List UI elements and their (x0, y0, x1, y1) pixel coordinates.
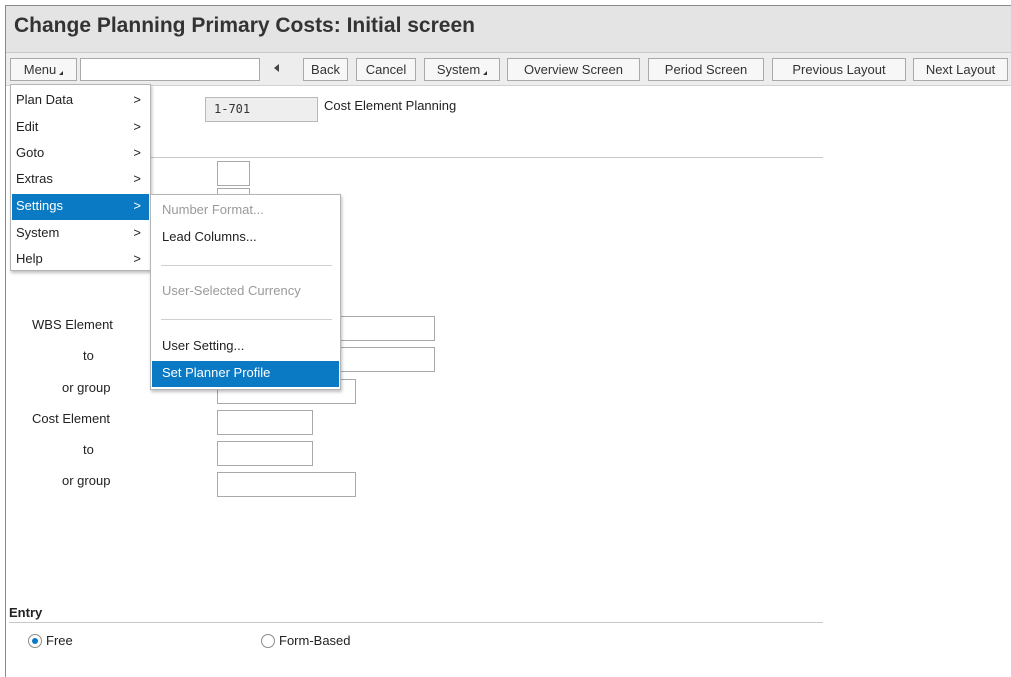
wbs-group-label: or group (62, 380, 111, 395)
form-based-radio[interactable] (261, 634, 275, 648)
menu-item-edit[interactable]: Edit > (12, 115, 149, 141)
menu-item-extras[interactable]: Extras > (12, 167, 149, 193)
system-button[interactable]: System (424, 58, 500, 81)
chevron-right-icon: > (133, 119, 141, 134)
section-divider (146, 157, 823, 158)
system-button-label: System (436, 62, 481, 77)
chevron-right-icon: > (133, 225, 141, 240)
chevron-right-icon: > (133, 171, 141, 186)
form-based-radio-label: Form-Based (279, 633, 351, 648)
settings-submenu: Number Format... Lead Columns... User-Se… (150, 194, 341, 390)
next-layout-button[interactable]: Next Layout (913, 58, 1008, 81)
menu-item-goto[interactable]: Goto > (12, 141, 149, 167)
cancel-button[interactable]: Cancel (356, 58, 416, 81)
cost-element-label: Cost Element (32, 411, 111, 426)
cost-to-label: to (83, 442, 94, 457)
entry-divider (9, 622, 823, 623)
menu-item-label: Settings (16, 198, 63, 213)
menu-item-plan-data[interactable]: Plan Data > (12, 88, 149, 114)
menu-button[interactable]: Menu (10, 58, 77, 81)
layout-description: Cost Element Planning (324, 98, 457, 113)
menu-item-help[interactable]: Help > (12, 247, 149, 273)
cost-group-field[interactable] (217, 472, 356, 497)
menu-item-label: System (16, 225, 60, 240)
toolbar: Menu Back Cancel System Overview Screen … (6, 53, 1011, 86)
cost-element-to-field[interactable] (217, 441, 313, 466)
chevron-right-icon: > (133, 198, 141, 213)
menu-item-system[interactable]: System > (12, 221, 149, 247)
title-bar: Change Planning Primary Costs: Initial s… (6, 6, 1011, 53)
layout-field[interactable]: 1-701 (205, 97, 318, 122)
entry-section-title: Entry (9, 605, 43, 620)
cost-group-label: or group (62, 473, 111, 488)
submenu-separator (161, 319, 332, 320)
back-button[interactable]: Back (303, 58, 348, 81)
wbs-element-to-field[interactable] (335, 347, 435, 372)
wbs-element-label: WBS Element (32, 317, 113, 332)
submenu-item-set-planner-profile[interactable]: Set Planner Profile (152, 361, 339, 387)
menu-item-label: Edit (16, 119, 39, 134)
chevron-right-icon: > (133, 251, 141, 266)
dropdown-caret-icon (59, 71, 64, 75)
version-field[interactable] (217, 161, 250, 186)
dropdown-caret-icon (483, 71, 488, 75)
collapse-arrow-icon[interactable] (274, 64, 279, 72)
submenu-item-lead-columns[interactable]: Lead Columns... (152, 225, 339, 251)
chevron-right-icon: > (133, 92, 141, 107)
menu-item-label: Goto (16, 145, 45, 160)
submenu-separator (161, 265, 332, 266)
free-radio-label: Free (46, 633, 73, 648)
app-window: Change Planning Primary Costs: Initial s… (5, 5, 1011, 677)
menu-item-label: Plan Data (16, 92, 74, 107)
wbs-to-label: to (83, 348, 94, 363)
free-radio[interactable] (28, 634, 42, 648)
submenu-item-user-setting[interactable]: User Setting... (152, 334, 339, 360)
menu-button-label: Menu (23, 62, 57, 77)
command-field[interactable] (80, 58, 260, 81)
menu-item-label: Extras (16, 171, 53, 186)
chevron-right-icon: > (133, 145, 141, 160)
cost-element-field[interactable] (217, 410, 313, 435)
wbs-element-field[interactable] (335, 316, 435, 341)
previous-layout-button[interactable]: Previous Layout (772, 58, 906, 81)
overview-screen-button[interactable]: Overview Screen (507, 58, 640, 81)
page-title: Change Planning Primary Costs: Initial s… (14, 14, 475, 37)
submenu-item-number-format: Number Format... (162, 202, 264, 217)
menu-item-label: Help (16, 251, 43, 266)
submenu-item-user-selected-currency: User-Selected Currency (162, 283, 301, 298)
menu-item-settings[interactable]: Settings > (12, 194, 149, 220)
period-screen-button[interactable]: Period Screen (648, 58, 764, 81)
main-menu-dropdown: Plan Data > Edit > Goto > Extras > Setti… (10, 84, 151, 271)
